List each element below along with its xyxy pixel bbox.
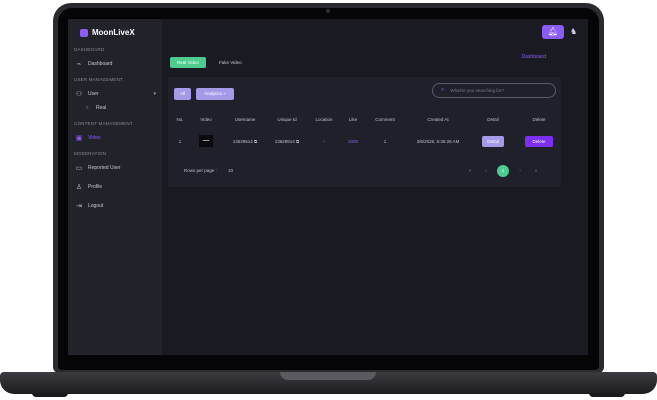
copy-icon[interactable]: ⧉ xyxy=(254,139,257,144)
laptop-foot-left xyxy=(32,393,68,397)
analytics-button[interactable]: Analytics » xyxy=(196,88,234,100)
column-header: Unique Id xyxy=(277,117,297,122)
chat-icon: ▭ xyxy=(75,165,83,172)
sidebar-item-label: Dashboard xyxy=(88,61,113,67)
sidebar-item-reported-user[interactable]: ▭ Reported User xyxy=(74,161,162,175)
copy-icon[interactable]: ⧉ xyxy=(296,139,299,144)
laptop-notch xyxy=(280,372,376,380)
sidebar-item-real[interactable]: ○ Real xyxy=(74,101,162,115)
cell-username: 13629514 ⧉ xyxy=(233,139,258,144)
brand-name: MoonLiveX xyxy=(92,28,135,37)
sidebar-item-user[interactable]: ⚇ User ▾ xyxy=(74,87,162,101)
rows-per-page-select[interactable]: 10 xyxy=(228,168,233,173)
video-table-panel: All Analytics » ⌕ What're you searching … xyxy=(168,77,561,187)
notification-button[interactable]: 🔔︎ xyxy=(542,25,564,39)
brand[interactable]: MoonLiveX xyxy=(74,28,162,37)
sidebar-item-label: Profile xyxy=(88,184,103,190)
sidebar-item-label: User xyxy=(88,91,99,97)
cell-no: 1 xyxy=(178,139,182,144)
laptop-mockup: MoonLiveX DASHBOARD ⌁ Dashboard USER MAN… xyxy=(0,0,657,400)
sidebar-item-label: Reported User xyxy=(88,165,121,171)
cell-created-at: 3/6/2026, 6:35:26 AM xyxy=(416,139,460,144)
sidebar-item-logout[interactable]: ⇥ Logout xyxy=(74,199,162,213)
cell-location: - xyxy=(323,139,325,144)
column-header: Created At xyxy=(427,117,449,122)
last-page-button[interactable]: » xyxy=(531,166,541,176)
section-content-management: CONTENT MANAGEMENT xyxy=(74,121,133,126)
rows-per-page-label: Rows per page : xyxy=(184,168,217,173)
cell-like: 1000 xyxy=(347,139,359,144)
all-button[interactable]: All xyxy=(174,88,192,100)
column-header: Delete xyxy=(532,117,546,122)
users-icon: ⚇ xyxy=(75,91,83,98)
circle-icon: ○ xyxy=(85,105,89,111)
section-user-management: USER MANAGEMENT xyxy=(74,77,124,82)
username-text: 13629514 xyxy=(232,139,253,144)
search-input[interactable]: ⌕ What're you searching for? xyxy=(432,83,556,98)
section-moderation: MODERATION xyxy=(74,151,107,156)
column-header: Detail xyxy=(487,117,499,122)
detail-button[interactable]: Detail xyxy=(482,136,504,147)
column-header: Location xyxy=(315,117,333,122)
delete-button[interactable]: Delete xyxy=(525,136,553,147)
sidebar-item-label: Real xyxy=(96,105,107,111)
unique-id-text: 13629514 xyxy=(274,139,295,144)
column-header: Comment xyxy=(375,117,395,122)
pulse-icon: ⌁ xyxy=(76,61,82,68)
table-row: 1 13629514 ⧉ 13629514 ⧉ - 1000 1 3/6/202… xyxy=(168,135,561,149)
sidebar-item-video[interactable]: ▣ Video xyxy=(74,131,162,145)
sidebar-item-dashboard[interactable]: ⌁ Dashboard xyxy=(74,57,162,71)
video-icon: ▣ xyxy=(75,135,83,142)
section-dashboard: DASHBOARD xyxy=(74,47,105,52)
sidebar-item-label: Logout xyxy=(88,203,104,209)
camera-icon xyxy=(326,9,330,13)
prev-page-button[interactable]: ‹ xyxy=(481,166,491,176)
cell-unique-id: 13629514 ⧉ xyxy=(275,139,300,144)
video-thumbnail[interactable] xyxy=(199,135,213,147)
logout-icon: ⇥ xyxy=(76,203,82,210)
table-header: No. Video Username Unique Id Location Li… xyxy=(168,117,561,127)
next-page-button[interactable]: › xyxy=(515,166,525,176)
search-icon: ⌕ xyxy=(441,87,445,93)
bell-icon: 🔔︎ xyxy=(547,27,559,36)
chevron-down-icon: ▾ xyxy=(153,91,156,97)
dashboard-link[interactable]: Dashboard xyxy=(522,54,546,60)
pagination: « ‹ 1 › » xyxy=(465,165,541,177)
search-placeholder: What're you searching for? xyxy=(450,88,505,93)
tab-fake-video[interactable]: Fake Video xyxy=(212,57,249,68)
column-header: No. xyxy=(176,117,184,122)
app-screen: MoonLiveX DASHBOARD ⌁ Dashboard USER MAN… xyxy=(68,19,588,355)
sidebar-item-profile[interactable]: ♙ Profile xyxy=(74,180,162,194)
first-page-button[interactable]: « xyxy=(465,166,475,176)
column-header: Video xyxy=(200,117,212,122)
video-tabs: Real Video Fake Video xyxy=(170,57,249,68)
column-header: Like xyxy=(348,117,358,122)
panel-toolbar: All Analytics » xyxy=(174,88,234,100)
page-button-current[interactable]: 1 xyxy=(497,165,509,177)
tab-real-video[interactable]: Real Video xyxy=(170,57,206,68)
column-header: Username xyxy=(234,117,256,122)
sidebar-item-label: Video xyxy=(88,135,101,141)
person-icon: ♙ xyxy=(75,184,83,191)
brand-logo-icon xyxy=(80,28,88,37)
cell-comment: 1 xyxy=(383,139,387,144)
laptop-foot-right xyxy=(589,393,625,397)
avatar[interactable]: ♞ xyxy=(570,27,580,37)
sidebar: MoonLiveX DASHBOARD ⌁ Dashboard USER MAN… xyxy=(68,19,162,355)
table-footer: Rows per page : 10 « ‹ 1 › » xyxy=(168,165,561,179)
main-content: 🔔︎ ♞ Dashboard Real Video Fake Video All… xyxy=(162,19,588,355)
